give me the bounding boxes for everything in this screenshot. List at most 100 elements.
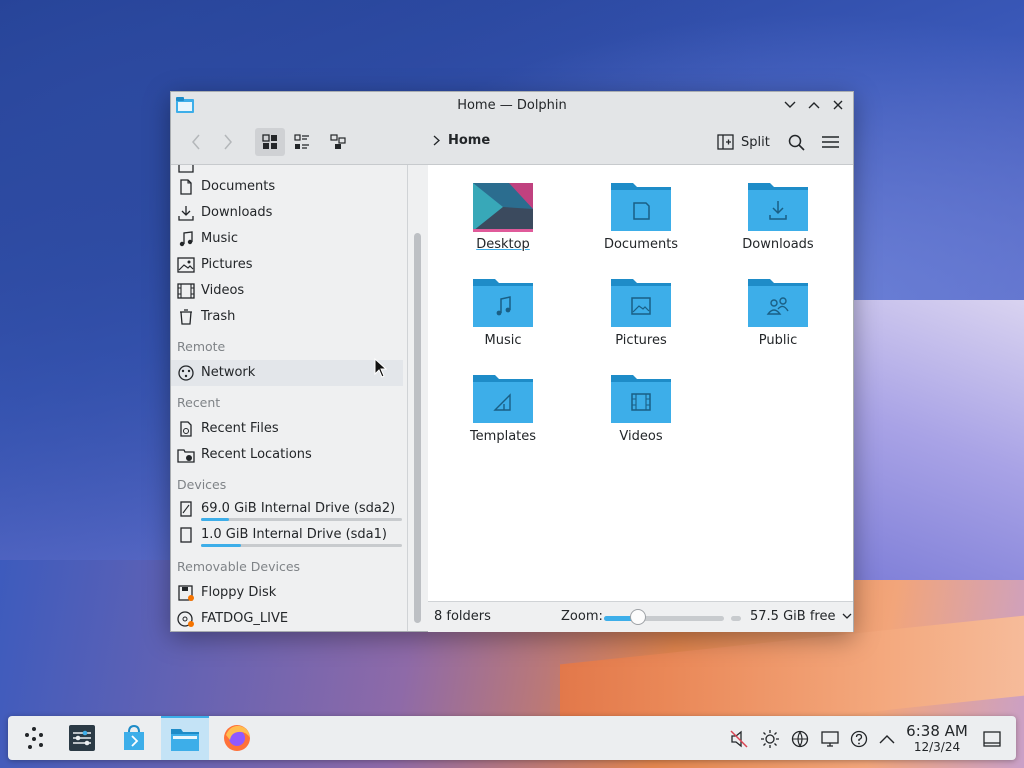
taskbar-dolphin[interactable] xyxy=(161,716,209,760)
downloads-folder-icon xyxy=(748,183,808,231)
search-button[interactable] xyxy=(781,128,811,156)
sidebar-item-floppy[interactable]: Floppy Disk xyxy=(171,580,403,606)
sidebar-item-fatdog-live[interactable]: FATDOG_LIVE xyxy=(171,606,403,631)
hamburger-menu-icon xyxy=(821,136,839,148)
sidebar-item-trash[interactable]: Trash xyxy=(171,304,403,330)
minimize-button[interactable] xyxy=(781,96,799,114)
display-configuration-button[interactable] xyxy=(819,728,841,750)
application-launcher-button[interactable] xyxy=(10,716,58,760)
help-button[interactable] xyxy=(848,728,870,750)
folder-name: Documents xyxy=(603,237,679,252)
desktop-folder-icon xyxy=(473,183,533,232)
floppy-icon xyxy=(178,585,194,601)
taskbar-discover[interactable] xyxy=(110,716,158,760)
taskbar-system-settings[interactable] xyxy=(58,716,106,760)
taskbar-firefox[interactable] xyxy=(213,716,261,760)
download-icon xyxy=(178,206,194,221)
folder-downloads[interactable]: Downloads xyxy=(718,169,838,259)
scrollbar-thumb[interactable] xyxy=(414,233,421,623)
folder-videos[interactable]: Videos xyxy=(581,361,701,451)
icons-view-button[interactable] xyxy=(255,128,285,156)
folder-count: 8 folders xyxy=(434,609,491,624)
taskbar: 6:38 AM 12/3/24 xyxy=(8,716,1016,760)
sidebar-item-downloads[interactable]: Downloads xyxy=(171,200,403,226)
details-view-button[interactable] xyxy=(323,128,353,156)
folder-documents[interactable]: Documents xyxy=(581,169,701,259)
compact-view-button[interactable] xyxy=(287,128,317,156)
back-button[interactable] xyxy=(181,128,211,156)
sidebar-item-label: Pictures xyxy=(201,257,253,272)
status-bar: 8 folders Zoom: 57.5 GiB free xyxy=(428,601,853,632)
sidebar-item-pictures[interactable]: Pictures xyxy=(171,252,403,278)
section-header-devices: Devices xyxy=(177,477,227,492)
zoom-slider-handle[interactable] xyxy=(629,609,646,625)
drive-usage-fill xyxy=(201,544,242,547)
show-desktop-button[interactable] xyxy=(981,728,1003,750)
section-header-removable: Removable Devices xyxy=(177,559,301,574)
sidebar-item-network[interactable]: Network xyxy=(171,360,403,386)
sidebar-item-drive-sda2[interactable]: 69.0 GiB Internal Drive (sda2) xyxy=(171,496,403,522)
volume-muted-button[interactable] xyxy=(728,728,750,750)
folder-desktop[interactable]: Desktop xyxy=(443,169,563,259)
network-globe-icon xyxy=(791,730,809,748)
folder-name: Desktop xyxy=(476,237,530,252)
details-view-icon xyxy=(330,134,346,149)
drive-usage-fill xyxy=(201,518,230,521)
network-tray-button[interactable] xyxy=(789,728,811,750)
sidebar-scrollbar[interactable] xyxy=(407,165,428,631)
compact-view-icon xyxy=(294,134,309,149)
help-icon xyxy=(850,730,868,748)
folder-pictures[interactable]: Pictures xyxy=(581,265,701,355)
recent-locations-icon xyxy=(177,449,195,463)
sidebar-item-recent-locations[interactable]: Recent Locations xyxy=(171,442,403,468)
zoom-slider[interactable] xyxy=(604,616,724,621)
dolphin-app-icon xyxy=(171,729,199,751)
folder-music[interactable]: Music xyxy=(443,265,563,355)
maximize-button[interactable] xyxy=(805,96,823,114)
sidebar-item-drive-sda1[interactable]: 1.0 GiB Internal Drive (sda1) xyxy=(171,522,403,548)
close-button[interactable] xyxy=(829,96,847,114)
title-bar[interactable]: Home — Dolphin xyxy=(171,92,853,120)
folder-view[interactable]: Desktop Documents Downloads Music Pictur… xyxy=(428,165,853,601)
folder-name: Templates xyxy=(469,429,537,444)
places-sidebar: Documents Downloads Music Pictures Video… xyxy=(171,165,407,631)
drive-icon xyxy=(180,527,192,543)
chevron-down-icon xyxy=(784,101,796,108)
split-view-icon xyxy=(717,134,734,150)
folder-public[interactable]: Public xyxy=(718,265,838,355)
sidebar-item-label: FATDOG_LIVE xyxy=(201,611,289,626)
free-space-button[interactable]: 57.5 GiB free xyxy=(750,609,852,624)
digital-clock[interactable]: 6:38 AM 12/3/24 xyxy=(905,722,969,754)
music-icon xyxy=(179,231,193,247)
sidebar-item-music[interactable]: Music xyxy=(171,226,403,252)
chevron-up-icon xyxy=(879,735,895,744)
folder-templates[interactable]: Templates xyxy=(443,361,563,451)
sidebar-item-label: 1.0 GiB Internal Drive (sda1) xyxy=(201,527,387,542)
sidebar-item-videos[interactable]: Videos xyxy=(171,278,403,304)
discover-app-icon xyxy=(124,724,144,750)
breadcrumb-home[interactable]: Home xyxy=(448,133,490,148)
sidebar-item-recent-files[interactable]: Recent Files xyxy=(171,416,403,442)
section-header-recent: Recent xyxy=(177,395,221,410)
drive-usage-bar xyxy=(201,518,402,521)
show-hidden-icons-button[interactable] xyxy=(876,728,898,750)
breadcrumb[interactable]: Home xyxy=(433,133,490,148)
brightness-button[interactable] xyxy=(759,728,781,750)
trash-icon xyxy=(180,309,192,325)
music-folder-icon xyxy=(473,279,533,327)
sidebar-item-label: Music xyxy=(201,231,238,246)
documents-folder-icon xyxy=(611,183,671,231)
video-icon xyxy=(177,283,195,299)
sidebar-item-label: Recent Files xyxy=(201,421,279,436)
menu-button[interactable] xyxy=(815,128,845,156)
settings-app-icon xyxy=(69,725,95,751)
split-button[interactable]: Split xyxy=(717,128,770,156)
show-desktop-icon xyxy=(983,731,1001,747)
folder-name: Videos xyxy=(619,429,663,444)
templates-folder-icon xyxy=(473,375,533,423)
sidebar-item-documents[interactable]: Documents xyxy=(171,174,403,200)
firefox-icon xyxy=(224,725,250,751)
close-icon xyxy=(833,100,843,110)
folder-name: Music xyxy=(484,333,522,348)
forward-button[interactable] xyxy=(213,128,243,156)
